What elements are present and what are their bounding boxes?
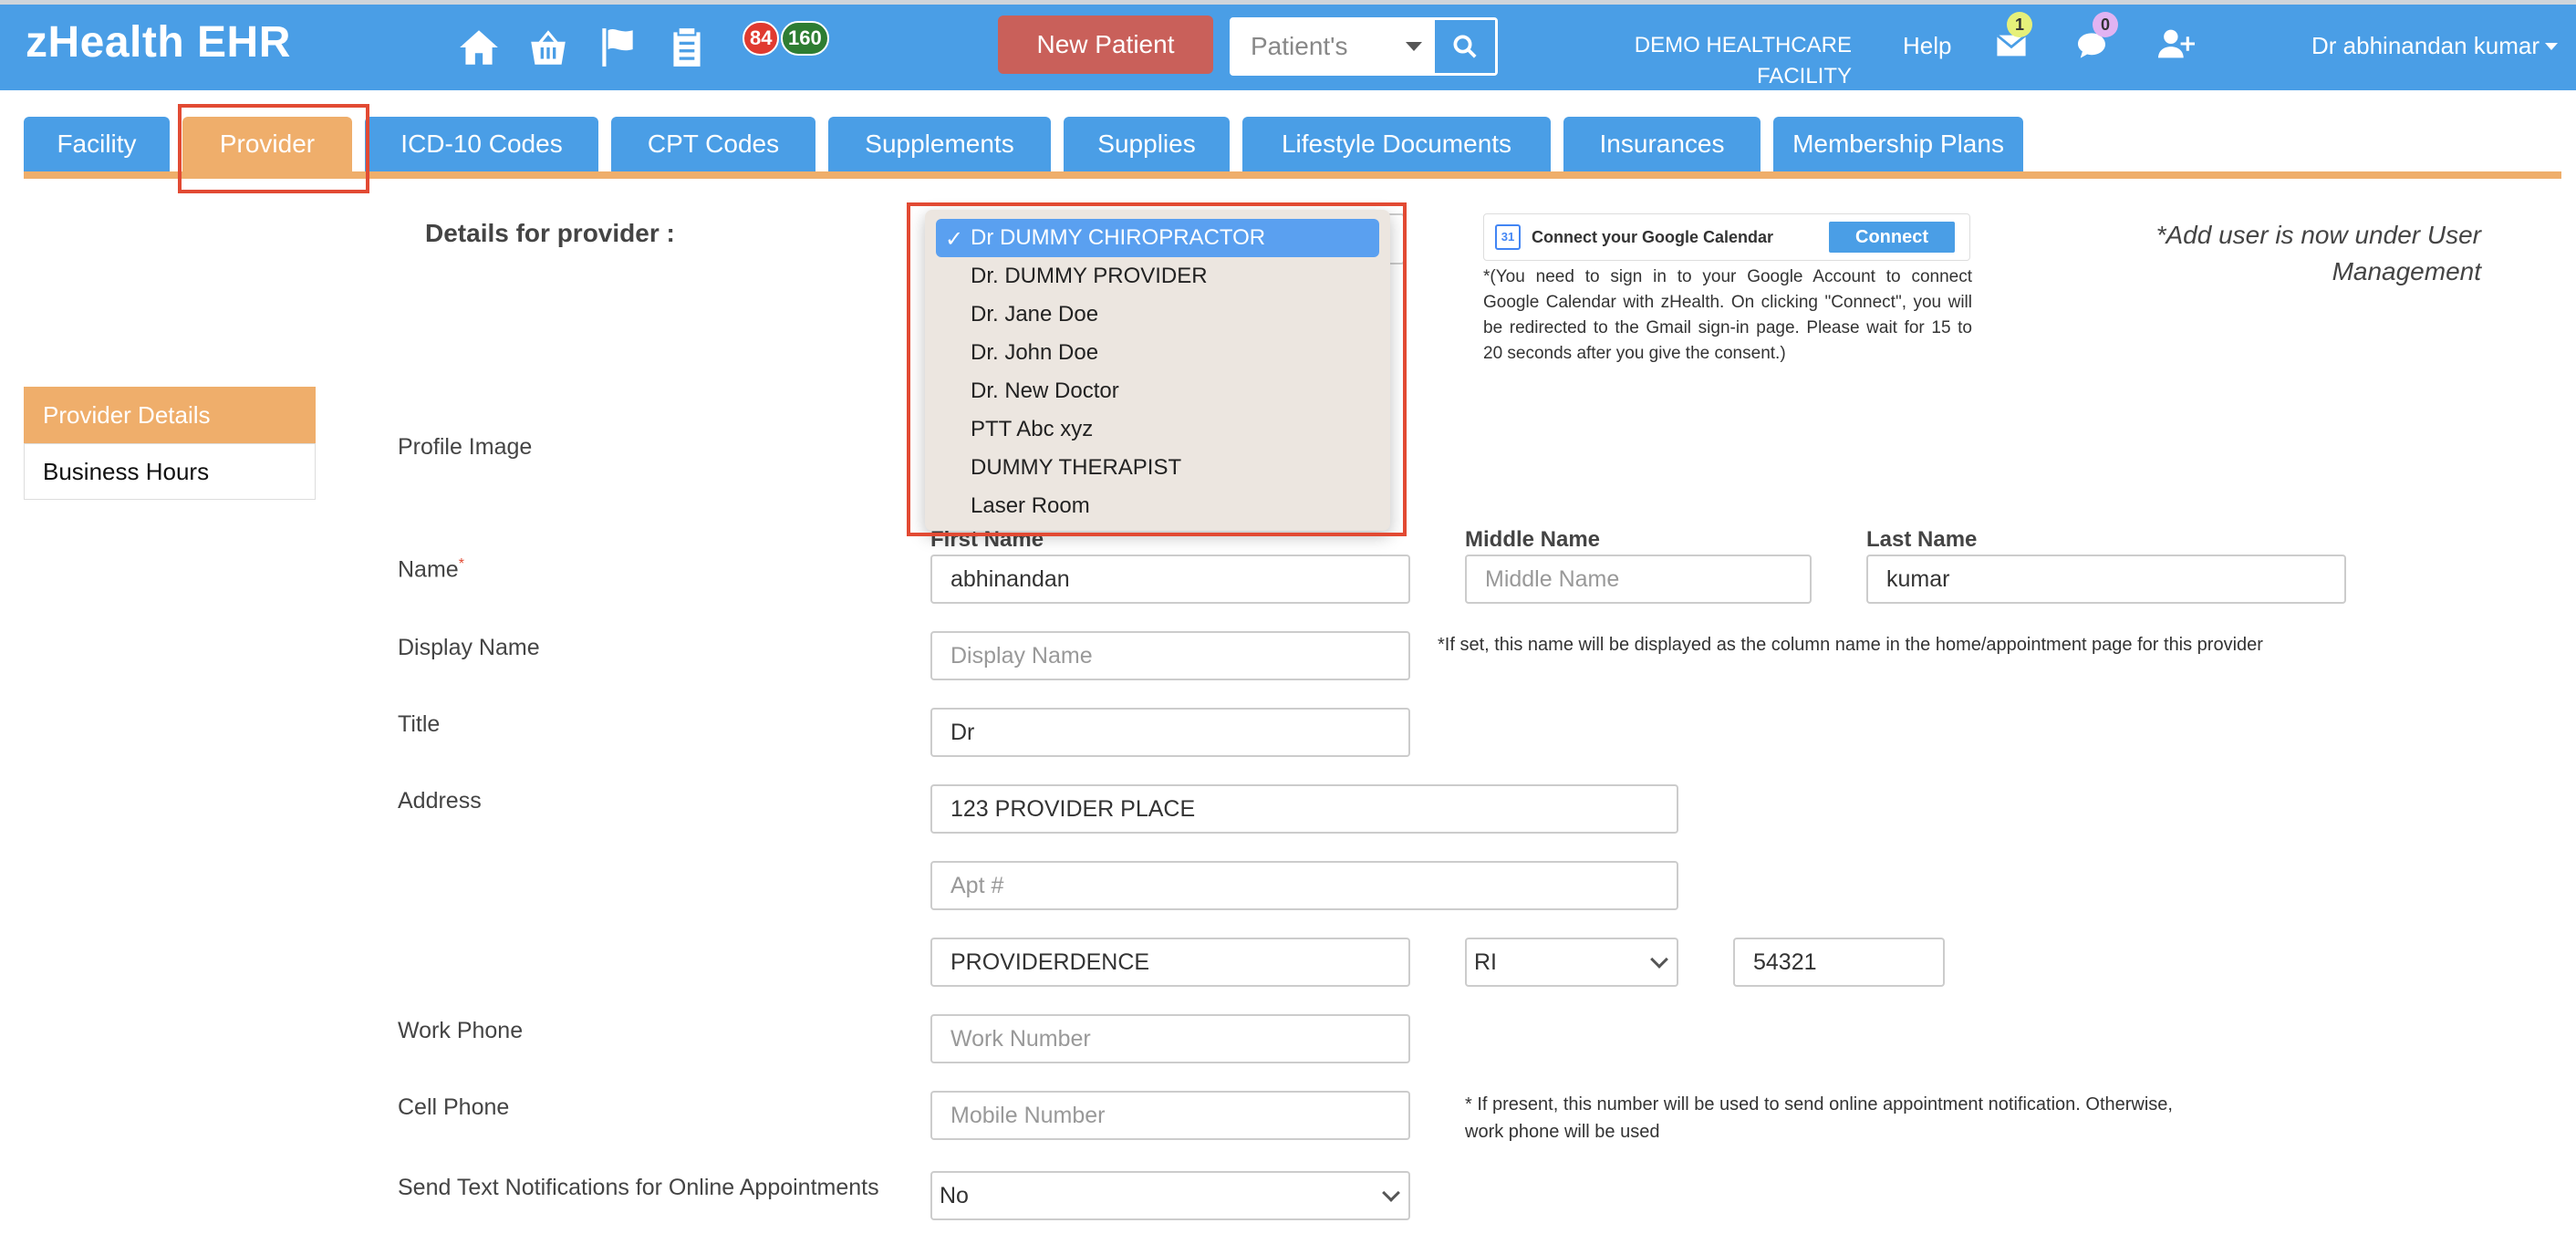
new-patient-button[interactable]: New Patient (998, 16, 1213, 74)
google-calendar-box: 31 Connect your Google Calendar Connect (1483, 213, 1970, 261)
first-name-input[interactable]: abhinandan (930, 555, 1410, 604)
tab-underline (24, 171, 2561, 179)
profile-image-label: Profile Image (398, 434, 533, 460)
search-icon (1453, 35, 1477, 58)
name-label-text: Name (398, 556, 459, 583)
patient-search-select[interactable]: Patient's (1232, 20, 1435, 73)
tab-facility[interactable]: Facility (24, 117, 170, 171)
add-user-note: *Add user is now under User Management (2155, 221, 2481, 285)
text-notifications-value: No (940, 1182, 969, 1208)
details-for-provider-label: Details for provider : (425, 219, 675, 247)
home-icon[interactable] (456, 25, 502, 75)
name-label: Name* (398, 556, 464, 583)
alerts-badge[interactable]: 84 (743, 21, 780, 56)
cell-phone-hint: * If present, this number will be used t… (1465, 1094, 2173, 1142)
tab-insurances[interactable]: Insurances (1563, 117, 1761, 171)
google-calendar-title: Connect your Google Calendar (1532, 227, 1774, 246)
chat-count-badge: 0 (2093, 12, 2118, 37)
tab-lifestyle-documents[interactable]: Lifestyle Documents (1242, 117, 1551, 171)
work-phone-input[interactable]: Work Number (930, 1014, 1410, 1063)
basket-icon[interactable] (525, 25, 571, 75)
dropdown-highlight (907, 202, 1407, 536)
cell-phone-label: Cell Phone (398, 1094, 510, 1120)
google-calendar-icon: 31 (1495, 224, 1521, 250)
text-notifications-label: Send Text Notifications for Online Appoi… (398, 1175, 879, 1200)
nav-icons (456, 25, 710, 75)
sidebar-item-provider-details[interactable]: Provider Details (24, 387, 316, 443)
facility-name[interactable]: DEMO HEALTHCARE FACILITY (1615, 30, 1852, 92)
help-link[interactable]: Help (1903, 32, 1951, 60)
tab-supplements[interactable]: Supplements (828, 117, 1051, 171)
display-name-input[interactable]: Display Name (930, 631, 1410, 680)
display-name-hint: *If set, this name will be displayed as … (1438, 635, 2263, 655)
apt-input[interactable]: Apt # (930, 861, 1678, 910)
city-input[interactable]: PROVIDERDENCE (930, 938, 1410, 987)
app-brand[interactable]: zHealth EHR (26, 17, 291, 67)
flag-icon[interactable] (595, 25, 640, 75)
cell-phone-input[interactable]: Mobile Number (930, 1091, 1410, 1140)
patient-search-placeholder: Patient's (1251, 32, 1348, 60)
caret-down-icon (1406, 42, 1422, 51)
tab-supplies[interactable]: Supplies (1064, 117, 1230, 171)
state-select[interactable]: RI (1465, 938, 1678, 987)
tab-membership-plans[interactable]: Membership Plans (1773, 117, 2023, 171)
address-line1-input[interactable]: 123 PROVIDER PLACE (930, 784, 1678, 834)
google-calendar-note: *(You need to sign in to your Google Acc… (1483, 267, 1972, 363)
address-label: Address (398, 788, 482, 814)
work-phone-label: Work Phone (398, 1018, 524, 1043)
middle-name-input[interactable]: Middle Name (1465, 555, 1812, 604)
title-label: Title (398, 711, 441, 737)
display-name-label: Display Name (398, 635, 540, 660)
user-menu[interactable]: Dr abhinandan kumar (2311, 32, 2559, 60)
provider-tab-highlight (178, 104, 369, 193)
tab-cpt-codes[interactable]: CPT Codes (611, 117, 815, 171)
patient-search: Patient's (1230, 17, 1498, 76)
provider-sidebar: Provider Details Business Hours (24, 387, 316, 500)
tab-icd10-codes[interactable]: ICD-10 Codes (365, 117, 598, 171)
add-user-button[interactable] (2158, 28, 2195, 64)
search-button[interactable] (1435, 20, 1495, 73)
chevron-down-icon (1382, 1184, 1400, 1202)
messages-count-badge: 1 (2007, 12, 2032, 37)
required-mark: * (458, 556, 464, 572)
text-notifications-select[interactable]: No (930, 1171, 1410, 1220)
caret-down-icon (2545, 42, 2559, 50)
sidebar-item-business-hours[interactable]: Business Hours (24, 443, 316, 500)
user-name: Dr abhinandan kumar (2311, 32, 2540, 59)
chevron-down-icon (1650, 950, 1668, 969)
zip-input[interactable]: 54321 (1733, 938, 1945, 987)
middle-name-header: Middle Name (1465, 527, 1601, 552)
state-value: RI (1474, 949, 1497, 975)
last-name-header: Last Name (1866, 527, 1978, 552)
top-bar: zHealth EHR 84 160 New Patient Patient's… (0, 0, 2576, 90)
tasks-badge[interactable]: 160 (781, 21, 829, 56)
title-input[interactable]: Dr (930, 708, 1410, 757)
clipboard-icon[interactable] (664, 25, 710, 75)
add-user-icon (2158, 29, 2195, 58)
last-name-input[interactable]: kumar (1866, 555, 2346, 604)
connect-calendar-button[interactable]: Connect (1829, 222, 1955, 253)
